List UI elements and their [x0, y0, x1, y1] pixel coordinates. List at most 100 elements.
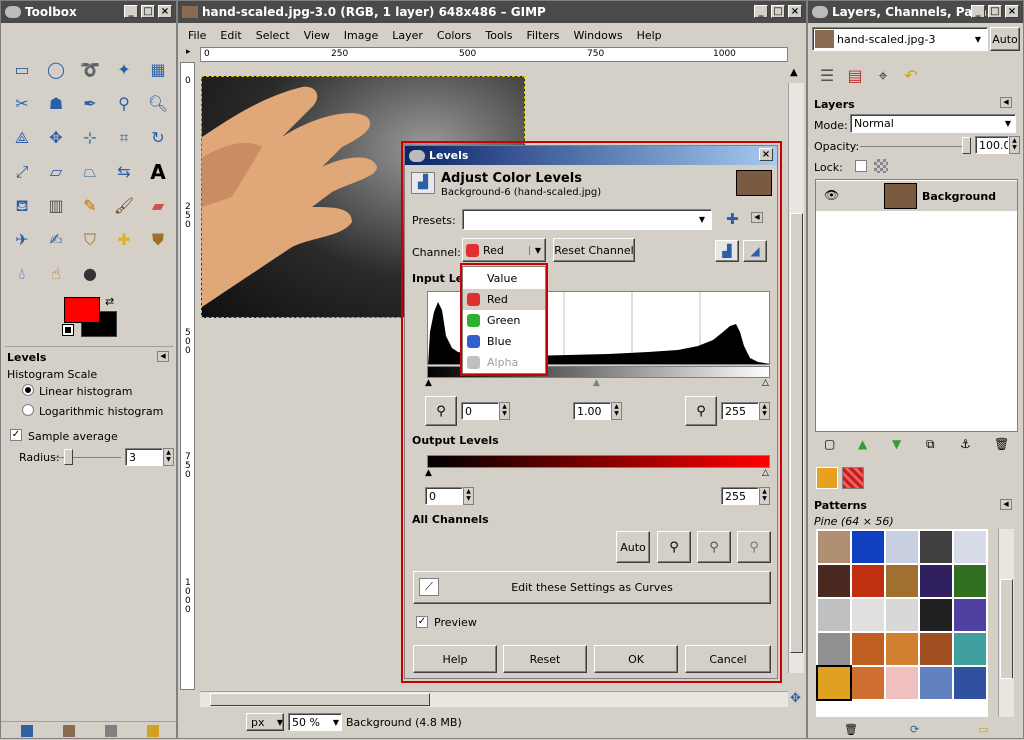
color-picker-icon[interactable]: ⚲	[113, 93, 135, 115]
pattern-tile[interactable]	[852, 633, 884, 665]
panel-menu-icon[interactable]: ◀	[157, 351, 169, 362]
pencil-icon[interactable]: ✎	[79, 195, 101, 217]
opacity-slider[interactable]	[860, 146, 970, 147]
pattern-tile[interactable]	[954, 599, 986, 631]
scale-icon[interactable]: ⤢	[11, 161, 33, 183]
pattern-tile[interactable]	[920, 667, 952, 699]
radius-spinner[interactable]: ▲ ▼	[163, 448, 174, 466]
duplicate-layer-icon[interactable]: ⧉	[926, 437, 935, 452]
pattern-tile[interactable]	[852, 565, 884, 597]
levels-titlebar[interactable]: Levels	[405, 146, 777, 165]
maximize-button[interactable]: □	[988, 5, 1002, 18]
heal-icon[interactable]: ✚	[113, 229, 135, 251]
pattern-tile[interactable]	[818, 599, 850, 631]
color-select-icon[interactable]: ▦	[147, 59, 169, 81]
crop-icon[interactable]: ⌗	[113, 127, 135, 149]
channel-option-value[interactable]: Value	[463, 268, 545, 289]
delete-pattern-icon[interactable]: 🗑︎	[844, 723, 858, 736]
delete-layer-icon[interactable]: 🗑︎	[994, 437, 1009, 451]
move-icon[interactable]: ✥	[45, 127, 67, 149]
output-high-spinner[interactable]: ▲ ▼	[759, 487, 770, 505]
input-high-spinner[interactable]: ▲ ▼	[759, 402, 770, 420]
foreground-color-swatch[interactable]	[64, 297, 100, 323]
auto-button[interactable]: Auto	[990, 27, 1020, 51]
layer-name[interactable]: Background	[922, 190, 996, 203]
vertical-scrollbar[interactable]	[788, 83, 804, 673]
visibility-eye-icon[interactable]: 👁︎	[824, 188, 839, 202]
pattern-tile[interactable]	[920, 565, 952, 597]
paintbrush-icon[interactable]: 🖌︎	[113, 195, 135, 217]
reset-channel-button[interactable]: Reset Channel	[553, 238, 635, 262]
restore-options-icon[interactable]	[63, 725, 75, 737]
close-button[interactable]: ×	[788, 5, 802, 18]
pattern-tile[interactable]	[886, 633, 918, 665]
zoom-icon[interactable]: 🔍︎	[147, 93, 169, 115]
pattern-tile[interactable]	[886, 667, 918, 699]
eraser-icon[interactable]: ▰	[147, 195, 169, 217]
menu-tools[interactable]: Tools	[485, 29, 512, 42]
text-icon[interactable]: A	[147, 161, 169, 183]
mode-select[interactable]: Normal ▼	[850, 114, 1016, 133]
opacity-input[interactable]: 100.0	[975, 136, 1009, 154]
pattern-tile[interactable]	[920, 633, 952, 665]
pattern-tile[interactable]	[818, 565, 850, 597]
raise-layer-icon[interactable]: ▲	[858, 437, 867, 451]
maximize-button[interactable]: □	[771, 5, 785, 18]
input-gamma-slider[interactable]: ▲	[593, 378, 600, 388]
pattern-tile[interactable]	[954, 667, 986, 699]
radius-slider-handle[interactable]	[64, 449, 73, 465]
white-point-picker[interactable]: ⚲	[685, 396, 717, 426]
pattern-tile[interactable]	[954, 531, 986, 563]
help-button[interactable]: Help	[413, 645, 497, 673]
minimize-button[interactable]: _	[754, 5, 768, 18]
linear-radio[interactable]	[22, 384, 34, 396]
rect-select-icon[interactable]: ▭	[11, 59, 33, 81]
input-high-field[interactable]: 255	[721, 402, 759, 420]
channels-tab-icon[interactable]: ▤	[844, 65, 866, 87]
reset-options-icon[interactable]	[147, 725, 159, 737]
dodge-burn-icon[interactable]: ●	[79, 263, 101, 285]
output-high-field[interactable]: 255	[721, 487, 759, 505]
zoom-select[interactable]: 50 % ▼	[288, 713, 342, 731]
input-gamma-spinner[interactable]: ▲ ▼	[611, 402, 622, 420]
log-histogram-button[interactable]: ◢	[743, 240, 767, 262]
all-gray-picker[interactable]: ⚲	[697, 531, 731, 563]
close-button[interactable]: ×	[158, 5, 172, 18]
opacity-spinner[interactable]: ▲ ▼	[1009, 136, 1020, 154]
ellipse-select-icon[interactable]: ◯	[45, 59, 67, 81]
bucket-fill-icon[interactable]: ⛾	[11, 195, 33, 217]
lock-alpha-icon[interactable]	[874, 159, 888, 173]
menu-file[interactable]: File	[188, 29, 206, 42]
minimize-button[interactable]: _	[124, 5, 138, 18]
blend-icon[interactable]: ▥	[45, 195, 67, 217]
nav-arrow-icon[interactable]: ▲	[790, 67, 798, 78]
black-point-picker[interactable]: ⚲	[425, 396, 457, 426]
default-colors-icon[interactable]	[62, 324, 74, 336]
input-gamma-field[interactable]: 1.00	[573, 402, 611, 420]
free-select-icon[interactable]: ➰	[79, 59, 101, 81]
menu-filters[interactable]: Filters	[526, 29, 559, 42]
shear-icon[interactable]: ▱	[45, 161, 67, 183]
undo-tab-icon[interactable]: ↶	[900, 65, 922, 87]
radius-input[interactable]: 3	[125, 448, 163, 466]
pattern-tile[interactable]	[920, 599, 952, 631]
preview-checkbox[interactable]: ✓	[416, 616, 428, 628]
channel-option-blue[interactable]: Blue	[463, 331, 545, 352]
panel-menu-icon[interactable]: ◀	[1000, 97, 1012, 108]
pattern-tile[interactable]	[886, 565, 918, 597]
cancel-button[interactable]: Cancel	[685, 645, 771, 673]
edit-as-curves-button[interactable]: Edit these Settings as Curves	[413, 571, 771, 604]
foreground-select-icon[interactable]: ☗	[45, 93, 67, 115]
blur-icon[interactable]: 💧︎	[11, 263, 33, 285]
pattern-tile[interactable]	[818, 531, 850, 563]
input-low-spinner[interactable]: ▲ ▼	[499, 402, 510, 420]
presets-combo[interactable]: ▼	[462, 209, 712, 230]
output-low-field[interactable]: 0	[425, 487, 463, 505]
smudge-icon[interactable]: ☝	[45, 263, 67, 285]
menu-edit[interactable]: Edit	[220, 29, 241, 42]
logarithmic-radio[interactable]	[22, 404, 34, 416]
paths-tab-icon[interactable]: ⌖	[872, 65, 894, 87]
gradients-tab-icon[interactable]	[842, 467, 864, 489]
delete-options-icon[interactable]	[105, 725, 117, 737]
refresh-patterns-icon[interactable]: ⟳	[910, 723, 919, 736]
